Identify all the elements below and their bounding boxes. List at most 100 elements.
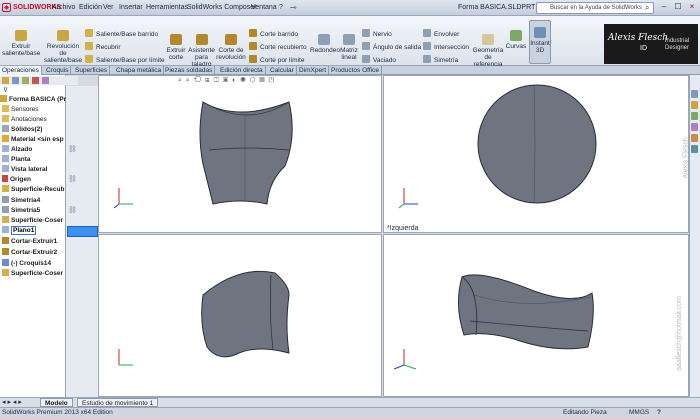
revolve-boss-icon bbox=[57, 30, 69, 41]
revolve-boss-button[interactable]: Revolución de saliente/base bbox=[43, 30, 83, 64]
shell-button[interactable]: Vaciado bbox=[362, 55, 396, 65]
tree-item-sensores[interactable]: Sensores bbox=[2, 105, 38, 115]
mirror-icon bbox=[2, 196, 9, 203]
viewport-front[interactable] bbox=[98, 75, 382, 233]
sketch-icon bbox=[2, 259, 9, 266]
tree-item-simetria5[interactable]: Simetría5 bbox=[2, 206, 40, 216]
wrap-button[interactable]: Envolver bbox=[423, 29, 459, 39]
sensors-icon bbox=[2, 105, 9, 112]
maximize-button[interactable]: ☐ bbox=[671, 2, 685, 13]
tree-item-superficie-recub[interactable]: Superficie-Recub bbox=[2, 185, 64, 195]
configuration-manager-tab-icon[interactable] bbox=[22, 77, 29, 84]
intersect-button[interactable]: Intersección bbox=[423, 42, 469, 52]
watermark-email: aaaflesch@hotmail.com bbox=[675, 296, 683, 371]
mirror-button[interactable]: Simetría bbox=[423, 55, 458, 65]
pin-icon[interactable]: ⊸ bbox=[290, 3, 297, 12]
tree-item-material[interactable]: Material <sin esp bbox=[2, 135, 64, 145]
menu-ver[interactable]: Ver bbox=[103, 4, 114, 11]
filter-icon[interactable]: ⊽ bbox=[3, 86, 8, 94]
search-magnifier-icon[interactable]: ⌕ bbox=[645, 3, 649, 13]
appearances-icon[interactable] bbox=[691, 134, 698, 142]
tree-item-origen[interactable]: Origen bbox=[2, 175, 31, 185]
status-help-button[interactable]: ? bbox=[657, 409, 661, 416]
heads-up-view-toolbar[interactable]: ⌕ ⌕ ⟲ ⊞ ◫ ▣ ◐ ◉ ⌬ ▤ ◳ bbox=[178, 77, 275, 85]
triad-icon bbox=[113, 188, 133, 209]
document-title: Forma BASICA.SLDPRT bbox=[458, 4, 536, 11]
lofted-cut-button[interactable]: Corte recubierto bbox=[249, 42, 307, 52]
boundary-cut-button[interactable]: Corte por límite bbox=[249, 55, 304, 65]
extrude-cut-icon bbox=[2, 248, 9, 255]
menu-herramientas[interactable]: Herramientas bbox=[146, 4, 188, 11]
tab-chapa-metalica[interactable]: Chapa metálica bbox=[114, 66, 165, 75]
scroll-arrows-icon[interactable]: ◂ ▸ ◂ ▸ bbox=[2, 398, 22, 406]
tab-modelo[interactable]: Modelo bbox=[40, 398, 73, 407]
minimize-button[interactable]: – bbox=[657, 2, 671, 13]
ds-logo-icon: ◈ bbox=[2, 3, 11, 12]
tree-item-croquis14[interactable]: (-) Croquis14 bbox=[2, 259, 51, 269]
tab-calcular[interactable]: Calcular bbox=[268, 66, 297, 75]
instant-3d-button[interactable]: Instant 3D bbox=[529, 20, 551, 64]
display-manager-tab-icon[interactable] bbox=[42, 77, 49, 84]
menu-archivo[interactable]: Archivo bbox=[52, 4, 75, 11]
custom-properties-icon[interactable] bbox=[691, 145, 698, 153]
tree-item-solidos[interactable]: Sólidos(2) bbox=[2, 125, 42, 135]
linear-pattern-button[interactable]: Matriz lineal bbox=[339, 34, 359, 61]
boundary-boss-button[interactable]: Saliente/Base por límite bbox=[85, 55, 165, 65]
swept-boss-button[interactable]: Saliente/Base barrido bbox=[85, 29, 158, 39]
tree-item-superficie-coser[interactable]: Superficie-Coser bbox=[2, 216, 63, 226]
menu-help[interactable]: ? bbox=[279, 4, 283, 11]
viewport-isometric[interactable] bbox=[383, 234, 689, 397]
tree-item-superficie-coser2[interactable]: Superficie-Coser bbox=[2, 269, 63, 279]
property-manager-tab-icon[interactable] bbox=[12, 77, 19, 84]
view-palette-icon[interactable] bbox=[691, 123, 698, 131]
tab-estudio-movimiento[interactable]: Estudio de movimiento 1 bbox=[77, 398, 159, 407]
tab-piezas-soldadas[interactable]: Piezas soldadas bbox=[163, 66, 216, 75]
swept-cut-button[interactable]: Corte barrido bbox=[249, 29, 298, 39]
tree-item-vista-lateral[interactable]: Vista lateral bbox=[2, 165, 47, 175]
hole-wizard-button[interactable]: Asistente para taladro bbox=[188, 34, 215, 68]
menu-edicion[interactable]: Edición bbox=[79, 4, 102, 11]
dimxpert-tab-icon[interactable] bbox=[32, 77, 39, 84]
rib-button[interactable]: Nervio bbox=[362, 29, 392, 39]
curves-button[interactable]: Curvas bbox=[505, 30, 527, 50]
fillet-button[interactable]: Redondeo bbox=[310, 34, 340, 54]
help-search-input[interactable]: Buscar en la Ayuda de SolidWorks bbox=[536, 2, 654, 14]
linear-pattern-icon bbox=[343, 34, 355, 45]
draft-icon bbox=[362, 42, 370, 50]
tab-dimxpert[interactable]: DimXpert bbox=[297, 66, 330, 75]
tree-item-cortar-extruir1[interactable]: Cortar-Extruir1 bbox=[2, 237, 57, 247]
tree-item-simetria4[interactable]: Simetría4 bbox=[2, 196, 40, 206]
tree-item-anotaciones[interactable]: Anotaciones bbox=[2, 115, 47, 125]
status-units[interactable]: MMGS bbox=[629, 409, 649, 416]
viewport-left[interactable] bbox=[383, 75, 689, 233]
tree-item-planta[interactable]: Planta bbox=[2, 155, 31, 165]
extrude-boss-button[interactable]: Extruir saliente/base bbox=[2, 30, 40, 57]
tree-root[interactable]: Forma BASICA (Pre bbox=[0, 95, 70, 105]
tree-item-plano1[interactable]: Plano1 bbox=[2, 226, 37, 236]
rib-icon bbox=[362, 29, 370, 37]
draft-button[interactable]: Ángulo de salida bbox=[362, 42, 421, 52]
plane-icon bbox=[2, 226, 9, 233]
tab-croquis[interactable]: Croquis bbox=[44, 66, 72, 75]
close-button[interactable]: × bbox=[685, 2, 699, 13]
tab-superficies[interactable]: Superficies bbox=[73, 66, 111, 75]
viewport-top[interactable] bbox=[98, 234, 382, 397]
menu-ventana[interactable]: Ventana bbox=[251, 4, 277, 11]
reference-geometry-button[interactable]: Geometría de referencia bbox=[471, 34, 505, 68]
file-explorer-icon[interactable] bbox=[691, 112, 698, 120]
tree-item-cortar-extruir2[interactable]: Cortar-Extruir2 bbox=[2, 248, 57, 258]
tab-operaciones[interactable]: Operaciones bbox=[0, 66, 42, 75]
tree-item-alzado[interactable]: Alzado bbox=[2, 145, 32, 155]
menu-composer[interactable]: SolidWorks Composer bbox=[187, 4, 257, 11]
tab-productos-office[interactable]: Productos Office bbox=[329, 66, 382, 75]
plane-rename-field[interactable] bbox=[67, 226, 98, 237]
feature-manager-tab-icon[interactable] bbox=[2, 77, 9, 84]
tab-edicion-directa[interactable]: Edición directa bbox=[218, 66, 266, 75]
menu-insertar[interactable]: Insertar bbox=[119, 4, 143, 11]
extrude-cut-button[interactable]: Extruir corte bbox=[164, 34, 188, 61]
revolve-cut-button[interactable]: Corte de revolución bbox=[216, 34, 246, 61]
resources-icon[interactable] bbox=[691, 90, 698, 98]
model-isometric-view bbox=[393, 274, 594, 370]
design-library-icon[interactable] bbox=[691, 101, 698, 109]
loft-button[interactable]: Recubrir bbox=[85, 42, 121, 52]
